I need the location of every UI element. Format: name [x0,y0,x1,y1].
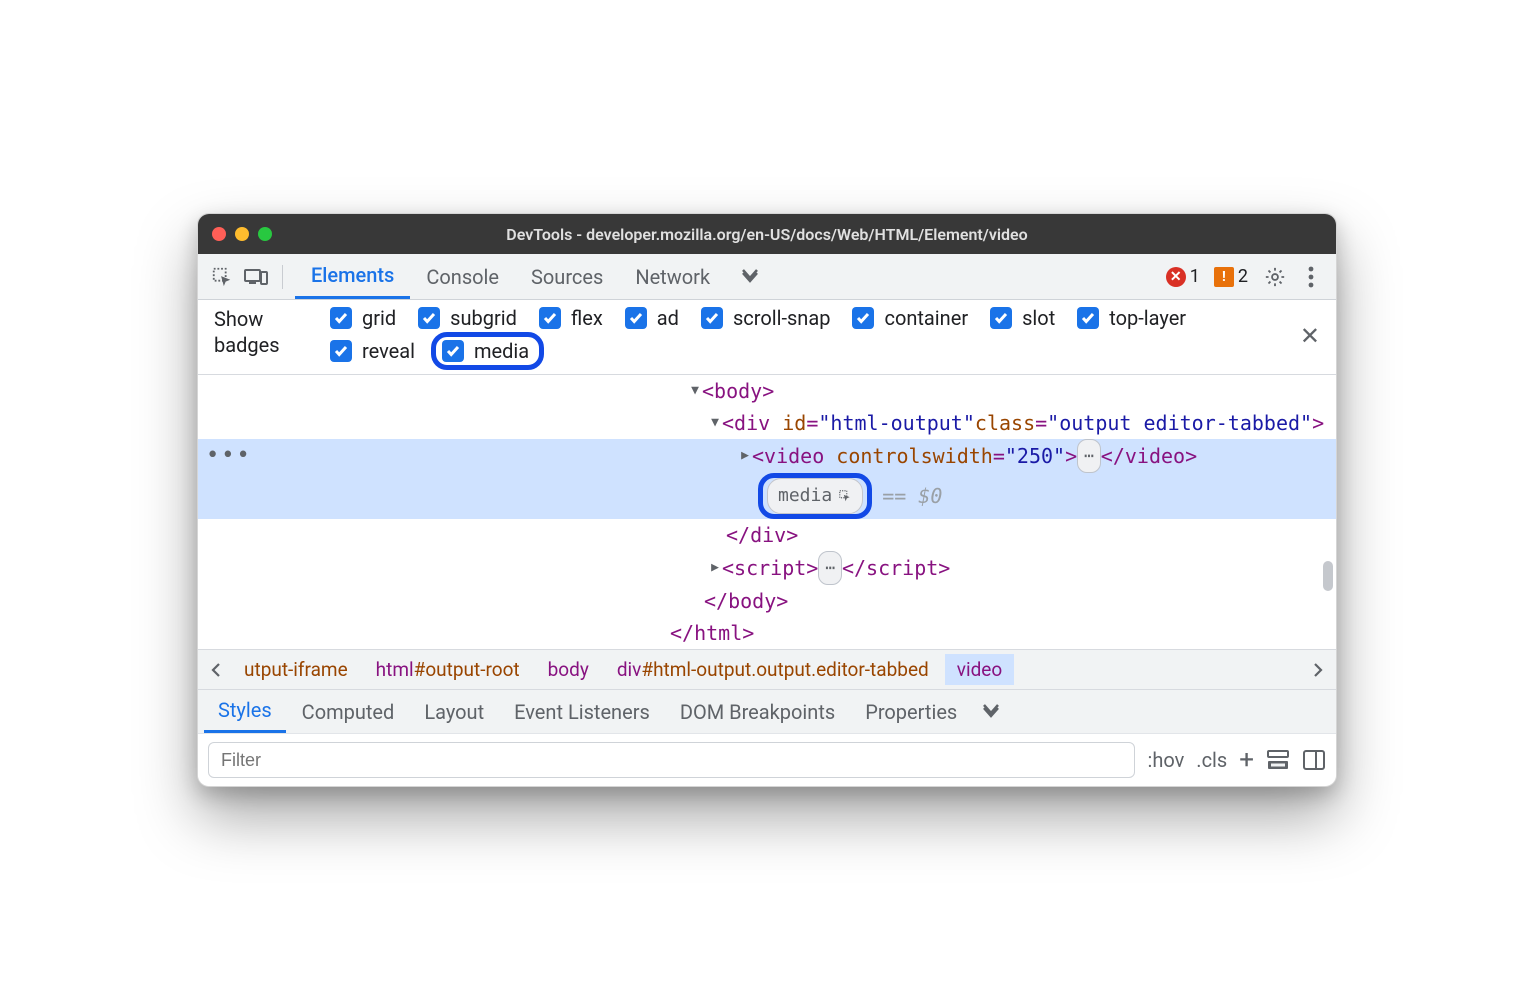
badge-subgrid[interactable]: subgrid [418,306,517,330]
window-title: DevTools - developer.mozilla.org/en-US/d… [198,225,1336,244]
tree-row-html-close[interactable]: </html> [198,617,1336,649]
warning-count: 2 [1238,266,1248,287]
dollar-zero: == $0 [882,480,942,512]
badge-settings-bar: Show badges grid subgrid flex ad scroll-… [198,300,1336,375]
tree-row-script[interactable]: ▶<script>⋯</script> [198,551,1336,585]
checkbox-icon [442,340,464,362]
tree-row-video[interactable]: ••• ▶<video controls width="250">⋯</vide… [198,439,1336,473]
inspect-element-icon[interactable] [208,263,236,291]
media-badge-highlight: media [758,473,872,519]
badge-container[interactable]: container [852,306,968,330]
crumb-iframe[interactable]: utput-iframe [232,654,360,685]
checkbox-icon [1077,307,1099,329]
more-subtabs-button[interactable] [973,702,1009,722]
more-tabs-button[interactable] [732,267,768,287]
more-options-icon[interactable] [1296,266,1326,288]
device-toolbar-icon[interactable] [242,263,270,291]
crumb-body[interactable]: body [536,654,601,685]
checkbox-icon [852,307,874,329]
tree-row-body-open[interactable]: ▼<body> [198,375,1336,407]
toolbar-separator [282,265,283,289]
checkbox-icon [330,307,352,329]
crumbs-scroll-right-icon[interactable] [1306,662,1330,678]
new-style-rule-icon[interactable]: + [1239,745,1254,775]
ellipsis-pill[interactable]: ⋯ [818,551,842,585]
checkbox-icon [625,307,647,329]
tab-console[interactable]: Console [410,254,515,299]
panel-tabs: Elements Console Sources Network [295,254,726,299]
rendering-panel-icon[interactable] [1302,749,1326,771]
tree-row-video-badge[interactable]: media == $0 [198,473,1336,519]
badge-scroll-snap[interactable]: scroll-snap [701,306,831,330]
badge-media[interactable]: media [442,339,529,363]
dom-tree[interactable]: ▼<body> ▼<div id="html-output" class="ou… [198,375,1336,649]
badge-ad[interactable]: ad [625,306,679,330]
styles-subtabs: Styles Computed Layout Event Listeners D… [198,689,1336,733]
crumb-html[interactable]: html#output-root [364,654,532,685]
tree-row-div-close[interactable]: </div> [198,519,1336,551]
toggle-hov-button[interactable]: :hov [1147,748,1184,772]
subtab-layout[interactable]: Layout [410,690,498,733]
badge-top-layer[interactable]: top-layer [1077,306,1186,330]
subtab-dom-breakpoints[interactable]: DOM Breakpoints [666,690,849,733]
settings-icon[interactable] [1260,266,1290,288]
tree-row-div-open[interactable]: ▼<div id="html-output" class="output edi… [198,407,1336,439]
main-toolbar: Elements Console Sources Network ✕ 1 ! 2 [198,254,1336,300]
warning-counter[interactable]: ! 2 [1214,266,1248,287]
tab-elements[interactable]: Elements [295,254,410,299]
media-badge[interactable]: media [767,478,863,514]
tab-sources[interactable]: Sources [515,254,619,299]
devtools-window: DevTools - developer.mozilla.org/en-US/d… [197,213,1337,787]
crumb-video[interactable]: video [945,654,1014,685]
warning-icon: ! [1214,267,1234,287]
subtab-properties[interactable]: Properties [851,690,971,733]
error-counter[interactable]: ✕ 1 [1166,266,1200,287]
badge-flex[interactable]: flex [539,306,603,330]
badge-slot[interactable]: slot [990,306,1055,330]
badges-list: grid subgrid flex ad scroll-snap contain… [330,306,1272,366]
tree-row-body-close[interactable]: </body> [198,585,1336,617]
checkbox-icon [701,307,723,329]
crumb-div[interactable]: div#html-output.output.editor-tabbed [605,654,941,685]
tab-network[interactable]: Network [619,254,726,299]
titlebar: DevTools - developer.mozilla.org/en-US/d… [198,214,1336,254]
badges-label: Show badges [214,306,312,358]
badge-reveal[interactable]: reveal [330,336,415,366]
styles-filter-bar: :hov .cls + [198,733,1336,786]
checkbox-icon [330,340,352,362]
computed-styles-sidebar-icon[interactable] [1266,749,1290,771]
checkbox-icon [539,307,561,329]
subtab-styles[interactable]: Styles [204,690,286,733]
ellipsis-pill[interactable]: ⋯ [1077,439,1101,473]
error-icon: ✕ [1166,267,1186,287]
subtab-computed[interactable]: Computed [288,690,409,733]
checkbox-icon [418,307,440,329]
error-count: 1 [1190,266,1200,287]
badge-grid[interactable]: grid [330,306,396,330]
dom-breadcrumbs: utput-iframe html#output-root body div#h… [198,649,1336,689]
close-badges-bar-icon[interactable]: ✕ [1300,322,1320,350]
checkbox-icon [990,307,1012,329]
expand-dots-icon[interactable]: ••• [206,440,252,472]
subtab-event-listeners[interactable]: Event Listeners [500,690,664,733]
badge-media-highlight: media [431,332,544,370]
issue-counters[interactable]: ✕ 1 ! 2 [1166,266,1248,287]
styles-filter-input[interactable] [208,742,1135,778]
toggle-cls-button[interactable]: .cls [1196,748,1227,772]
crumbs-scroll-left-icon[interactable] [204,662,228,678]
scrollbar-thumb[interactable] [1323,561,1333,591]
